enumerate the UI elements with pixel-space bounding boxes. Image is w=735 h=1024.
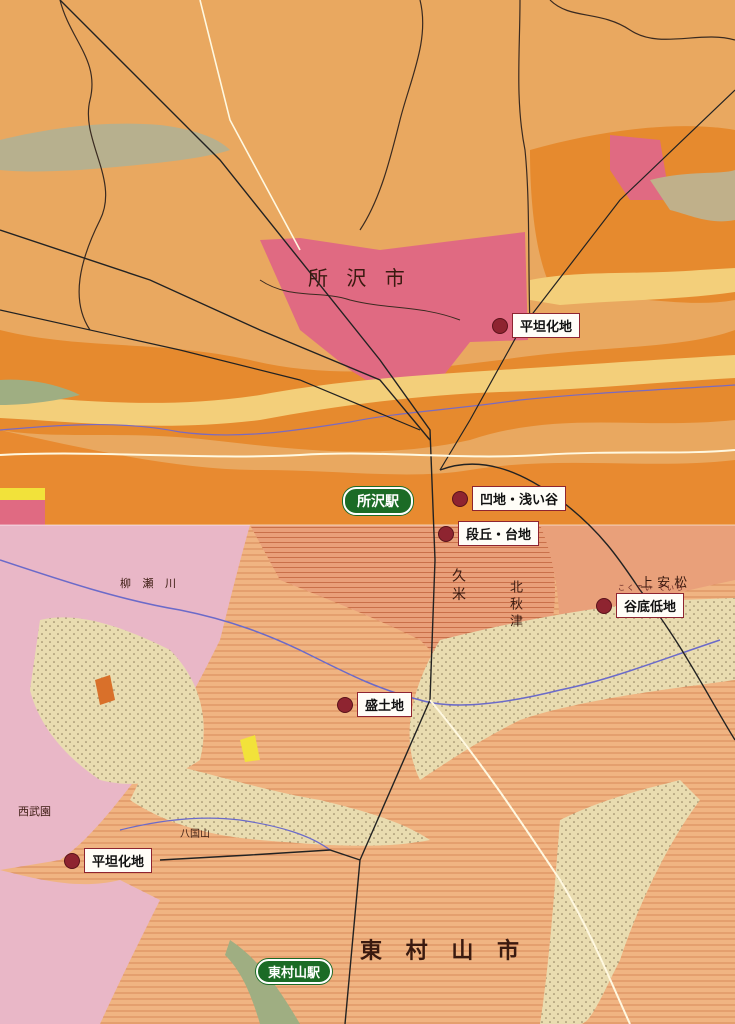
place-name-seibuen: 西武園 [18, 805, 51, 818]
marker-dot-icon [438, 525, 454, 542]
callout-depression: 凹地・浅い谷 [452, 486, 567, 511]
city-name-tokorozawa: 所 沢 市 [308, 266, 411, 290]
callout-ruby: こくてい ていち [618, 584, 686, 592]
higashimurayama-station-label: 東村山駅 [256, 959, 333, 984]
callout-label: 平坦化地 [84, 848, 153, 873]
callout-label: 凹地・浅い谷 [472, 486, 567, 511]
marker-dot-icon [452, 490, 468, 507]
place-name-kitaakitsu: 北 秋 津 [507, 580, 522, 628]
place-name-hachikokuyama: 八国山 [180, 829, 210, 840]
callout-fill: 盛土地 [337, 692, 413, 717]
callout-plateau-north: 平坦化地 [492, 313, 581, 338]
city-name-higashimurayama: 東 村 山 市 [360, 938, 527, 964]
callout-terrace: 段丘・台地 [438, 521, 540, 546]
callout-valley-floor: こくてい ていち 谷底低地 [596, 584, 685, 618]
marker-dot-icon [596, 597, 612, 614]
marker-dot-icon [64, 852, 80, 869]
marker-dot-icon [492, 317, 508, 334]
callout-label: 盛土地 [357, 692, 413, 717]
callout-plateau-south: 平坦化地 [64, 848, 153, 873]
callout-label: 段丘・台地 [458, 521, 540, 546]
marker-dot-icon [337, 696, 353, 713]
place-name-yanase: 柳 瀬 川 [120, 577, 180, 590]
place-name-kume: 久 米 [450, 568, 466, 601]
callout-label: 谷底低地 [616, 593, 685, 618]
callout-label: 平坦化地 [512, 313, 581, 338]
tokorozawa-station-label: 所沢駅 [343, 487, 413, 515]
